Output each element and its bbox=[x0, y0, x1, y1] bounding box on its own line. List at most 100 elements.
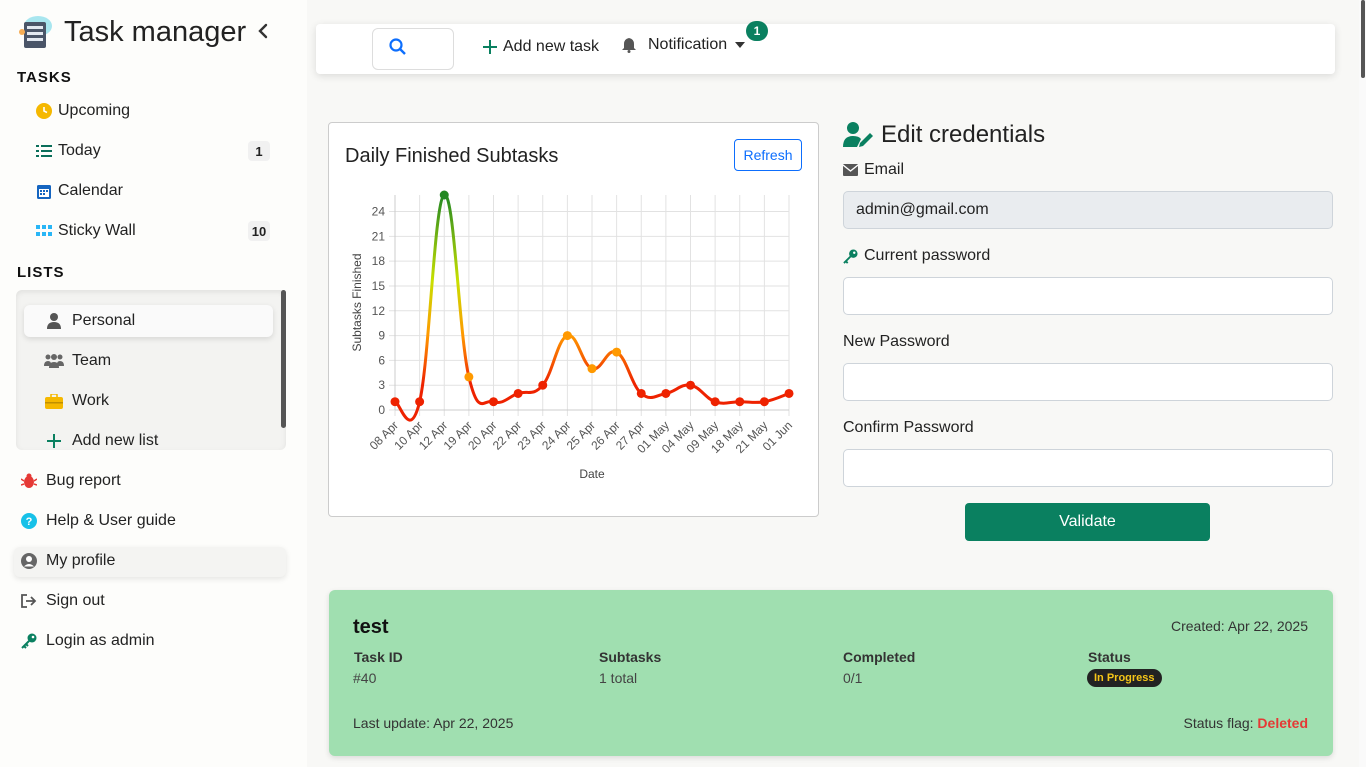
email-label: Email bbox=[843, 161, 904, 179]
data-point bbox=[784, 388, 794, 398]
nav-upcoming[interactable]: Upcoming bbox=[36, 96, 130, 126]
task-id-header: Task ID bbox=[354, 649, 403, 665]
confirm-password-field[interactable] bbox=[843, 449, 1333, 487]
sign-out-icon bbox=[20, 594, 38, 608]
list-label: Work bbox=[72, 392, 110, 409]
nav-my-profile[interactable]: My profile bbox=[20, 546, 115, 576]
sidebar: Task manager TASKS Upcoming Today 1 Cale… bbox=[0, 0, 307, 767]
y-tick-label: 3 bbox=[378, 378, 385, 392]
task-card[interactable]: test Created: Apr 22, 2025 Task ID #40 S… bbox=[329, 590, 1333, 756]
data-point bbox=[390, 397, 400, 407]
page-scrollbar-track bbox=[1359, 0, 1366, 767]
nav-label: Help & User guide bbox=[46, 512, 176, 529]
subtasks-value: 1 total bbox=[599, 670, 638, 686]
add-new-list[interactable]: Add new list bbox=[24, 425, 273, 450]
nav-sign-out[interactable]: Sign out bbox=[20, 586, 105, 616]
nav-label: Login as admin bbox=[46, 632, 155, 649]
status-header: Status bbox=[1088, 649, 1131, 665]
user-icon bbox=[44, 313, 64, 329]
chart-title: Daily Finished Subtasks bbox=[345, 145, 559, 167]
list-work[interactable]: Work bbox=[24, 385, 273, 417]
list-team[interactable]: Team bbox=[24, 345, 273, 377]
notification-dropdown[interactable]: Notification bbox=[622, 36, 746, 54]
lists-scrollbar[interactable] bbox=[281, 290, 286, 428]
validate-button[interactable]: Validate bbox=[965, 503, 1210, 541]
page-scrollbar-thumb[interactable] bbox=[1361, 0, 1365, 78]
collapse-sidebar-icon[interactable] bbox=[256, 22, 270, 45]
notification-label: Notification bbox=[648, 36, 728, 53]
nav-bug-report[interactable]: Bug report bbox=[20, 466, 121, 496]
email-label-text: Email bbox=[864, 161, 905, 178]
key-icon bbox=[843, 248, 858, 264]
list-personal[interactable]: Personal bbox=[24, 305, 273, 337]
lists-heading: LISTS bbox=[17, 264, 65, 281]
refresh-button[interactable]: Refresh bbox=[734, 139, 802, 171]
y-tick-label: 15 bbox=[372, 279, 386, 293]
lists-container: Personal Team Work Add new list bbox=[16, 290, 286, 450]
key-icon bbox=[20, 633, 38, 649]
nav-sticky-wall[interactable]: Sticky Wall bbox=[36, 216, 136, 246]
users-icon bbox=[44, 354, 64, 368]
data-point bbox=[661, 388, 671, 398]
new-password-field[interactable] bbox=[843, 363, 1333, 401]
status-badge: In Progress bbox=[1087, 669, 1162, 687]
data-point bbox=[710, 397, 720, 407]
data-point bbox=[612, 347, 622, 357]
nav-label: My profile bbox=[46, 552, 116, 569]
y-tick-label: 6 bbox=[378, 353, 385, 367]
nav-help[interactable]: ? Help & User guide bbox=[20, 506, 176, 536]
data-point bbox=[439, 190, 449, 200]
y-tick-label: 9 bbox=[378, 329, 385, 343]
sticky-wall-count-badge: 10 bbox=[248, 221, 270, 241]
plus-icon bbox=[44, 434, 64, 448]
new-password-label: New Password bbox=[843, 333, 950, 350]
nav-label: Today bbox=[58, 142, 101, 159]
add-task-label: Add new task bbox=[503, 38, 600, 55]
data-point bbox=[538, 380, 548, 390]
y-tick-label: 18 bbox=[372, 254, 386, 268]
add-new-task-button[interactable]: Add new task bbox=[483, 36, 599, 58]
subtasks-header: Subtasks bbox=[599, 649, 662, 665]
y-tick-label: 0 bbox=[378, 403, 385, 417]
grid-icon bbox=[36, 223, 52, 239]
edit-credentials-heading: Edit credentials bbox=[843, 121, 1045, 149]
daily-subtasks-chart: 0369121518212408 Apr10 Apr12 Apr19 Apr20… bbox=[350, 190, 795, 481]
data-point bbox=[587, 364, 597, 374]
nav-today[interactable]: Today bbox=[36, 136, 101, 166]
data-point bbox=[562, 331, 572, 341]
bug-icon bbox=[20, 473, 38, 489]
clock-icon bbox=[36, 103, 52, 119]
task-last-update: Last update: Apr 22, 2025 bbox=[353, 715, 514, 731]
nav-label: Sticky Wall bbox=[58, 222, 136, 239]
list-icon bbox=[36, 143, 52, 159]
list-label: Personal bbox=[72, 312, 136, 329]
data-point bbox=[513, 388, 523, 398]
x-axis-title: Date bbox=[579, 467, 605, 481]
email-field[interactable] bbox=[843, 191, 1333, 229]
search-icon bbox=[389, 37, 407, 61]
current-password-field[interactable] bbox=[843, 277, 1333, 315]
completed-header: Completed bbox=[843, 649, 916, 665]
svg-text:?: ? bbox=[26, 516, 33, 528]
current-password-label: Current password bbox=[843, 247, 990, 265]
search-button[interactable] bbox=[372, 28, 454, 70]
plus-icon bbox=[483, 36, 497, 58]
today-count-badge: 1 bbox=[248, 141, 270, 161]
help-icon: ? bbox=[20, 513, 38, 529]
list-label: Add new list bbox=[72, 432, 159, 449]
nav-label: Bug report bbox=[46, 472, 121, 489]
notification-count-badge: 1 bbox=[746, 21, 768, 41]
app-logo-icon bbox=[16, 14, 54, 50]
nav-label: Sign out bbox=[46, 592, 105, 609]
top-bar bbox=[316, 24, 1335, 74]
data-point bbox=[735, 397, 745, 407]
tasks-heading: TASKS bbox=[17, 69, 72, 86]
brand[interactable]: Task manager bbox=[16, 14, 246, 50]
task-name: test bbox=[353, 616, 389, 638]
nav-login-admin[interactable]: Login as admin bbox=[20, 626, 155, 656]
data-point bbox=[759, 397, 769, 407]
confirm-password-label: Confirm Password bbox=[843, 419, 974, 436]
completed-value: 0/1 bbox=[843, 670, 863, 686]
credentials-title: Edit credentials bbox=[881, 121, 1046, 148]
nav-calendar[interactable]: Calendar bbox=[36, 176, 123, 206]
